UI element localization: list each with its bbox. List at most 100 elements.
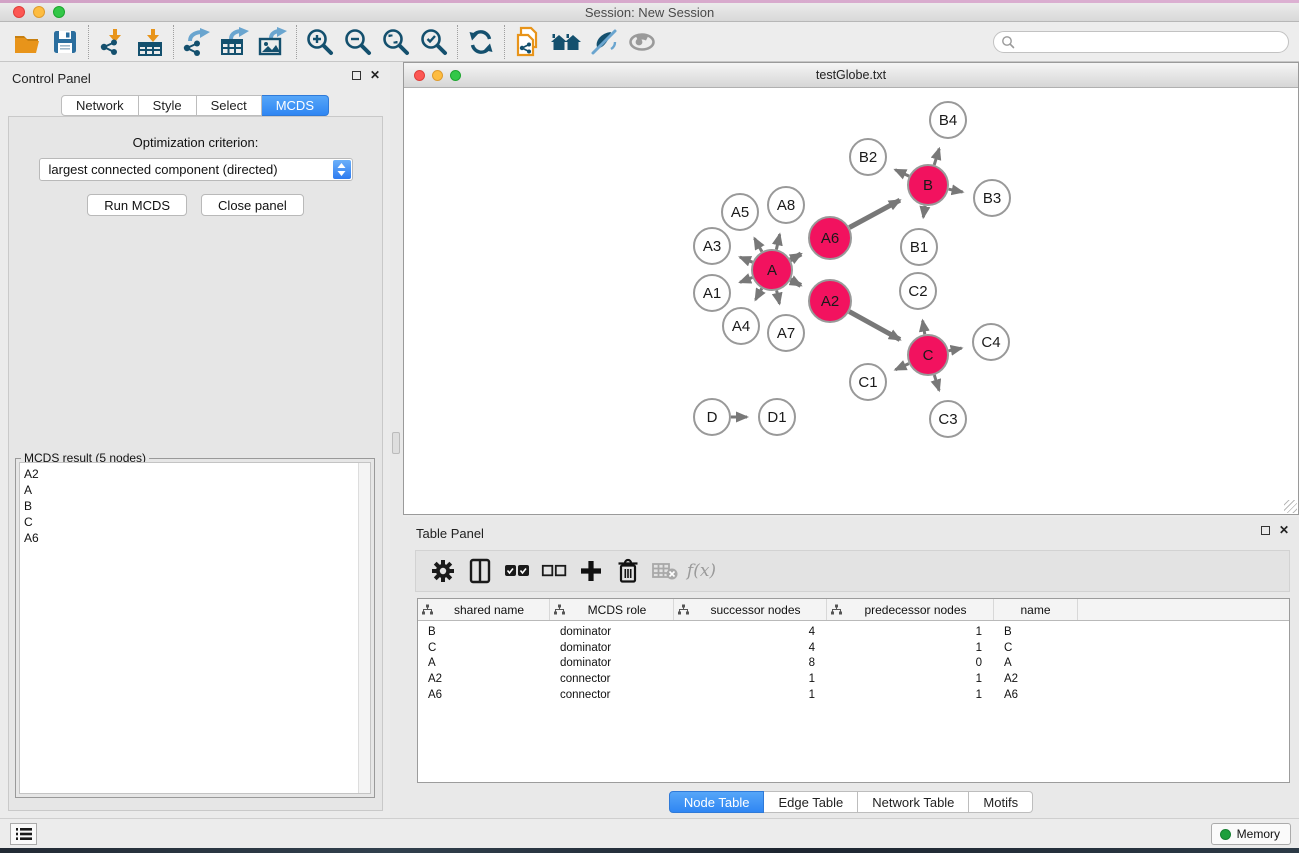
cell-successor-nodes: 8 <box>674 657 827 669</box>
column-header-predecessor-nodes[interactable]: predecessor nodes <box>827 599 994 620</box>
table-settings-gear-icon[interactable] <box>424 554 461 588</box>
select-all-checks-icon[interactable] <box>498 554 535 588</box>
tab-motifs[interactable]: Motifs <box>969 791 1033 813</box>
zoom-out-icon[interactable] <box>339 25 377 59</box>
graph-edge-A-A4[interactable] <box>756 288 762 299</box>
show-columns-icon[interactable] <box>461 554 498 588</box>
tab-network[interactable]: Network <box>61 95 139 116</box>
tab-mcds[interactable]: MCDS <box>262 95 329 116</box>
graph-edge-A-A5[interactable] <box>755 238 762 251</box>
mcds-tab-content: Optimization criterion: largest connecte… <box>8 116 383 811</box>
cell-successor-nodes: 1 <box>674 689 827 701</box>
import-network-icon[interactable] <box>93 25 131 59</box>
minimize-window-button[interactable] <box>33 6 45 18</box>
mcds-result-item[interactable]: A6 <box>24 530 370 546</box>
mcds-result-item[interactable]: C <box>24 514 370 530</box>
tab-node-table[interactable]: Node Table <box>669 791 765 813</box>
search-input[interactable] <box>993 31 1289 53</box>
graph-edge-B-B1[interactable] <box>923 206 925 218</box>
graph-edge-B-B3[interactable] <box>949 189 963 192</box>
home-icon[interactable] <box>547 25 585 59</box>
graph-edge-B-B2[interactable] <box>895 170 909 176</box>
tab-edge-table[interactable]: Edge Table <box>764 791 858 813</box>
table-panel-close-icon[interactable]: ✕ <box>1279 526 1289 535</box>
export-table-icon[interactable] <box>216 25 254 59</box>
run-mcds-button[interactable]: Run MCDS <box>87 194 187 216</box>
graph-edge-C-C1[interactable] <box>895 364 908 370</box>
task-history-button[interactable] <box>10 823 37 845</box>
mcds-result-item[interactable]: B <box>24 498 370 514</box>
duplicate-network-icon[interactable] <box>509 25 547 59</box>
graph-node-label-B4: B4 <box>939 112 957 129</box>
cell-predecessor-nodes: 1 <box>827 626 994 638</box>
table-row[interactable]: Adominator80A <box>418 655 1289 671</box>
graph-edge-A-A3[interactable] <box>740 257 753 262</box>
table-row[interactable]: Bdominator41B <box>418 624 1289 640</box>
graph-edge-A-A6[interactable] <box>790 254 801 260</box>
network-close-button[interactable] <box>414 70 425 81</box>
search-icon <box>1001 35 1015 49</box>
tab-style[interactable]: Style <box>139 95 197 116</box>
export-network-icon[interactable] <box>178 25 216 59</box>
table-panel-float-icon[interactable] <box>1261 526 1270 535</box>
zoom-in-icon[interactable] <box>301 25 339 59</box>
split-divider-handle[interactable] <box>392 432 400 454</box>
toggle-graphics-details-icon[interactable] <box>585 25 623 59</box>
cell-predecessor-nodes: 1 <box>827 689 994 701</box>
mcds-result-item[interactable]: A <box>24 482 370 498</box>
graph-edge-A-A2[interactable] <box>791 280 801 286</box>
zoom-window-button[interactable] <box>53 6 65 18</box>
graph-edge-B-B4[interactable] <box>934 149 939 165</box>
control-panel-float-icon[interactable] <box>352 71 361 80</box>
column-header-successor-nodes[interactable]: successor nodes <box>674 599 827 620</box>
network-minimize-button[interactable] <box>432 70 443 81</box>
column-header-name[interactable]: name <box>994 599 1078 620</box>
delete-column-trash-icon[interactable] <box>609 554 646 588</box>
table-row[interactable]: A2connector11A2 <box>418 671 1289 687</box>
resize-grip[interactable] <box>1284 500 1297 513</box>
memory-button[interactable]: Memory <box>1211 823 1291 845</box>
graph-edge-A6-B[interactable] <box>849 200 900 227</box>
mcds-result-group: MCDS result (5 nodes) A2ABCA6 <box>15 458 375 798</box>
column-header-MCDS-role[interactable]: MCDS role <box>550 599 674 620</box>
save-session-icon[interactable] <box>46 25 84 59</box>
zoom-fit-icon[interactable] <box>377 25 415 59</box>
mcds-list-scrollbar[interactable] <box>358 463 370 793</box>
graph-node-label-A2: A2 <box>821 293 839 310</box>
graph-edge-A-A1[interactable] <box>740 278 752 283</box>
control-panel-close-icon[interactable]: ✕ <box>370 71 380 80</box>
refresh-view-icon[interactable] <box>462 25 500 59</box>
cell-shared-name: A6 <box>418 689 550 701</box>
criterion-select[interactable]: largest connected component (directed) <box>39 158 353 181</box>
graph-edge-C-C4[interactable] <box>949 348 962 351</box>
tab-select[interactable]: Select <box>197 95 262 116</box>
graph-edge-A2-C[interactable] <box>849 312 900 340</box>
mcds-result-item[interactable]: A2 <box>24 466 370 482</box>
table-row[interactable]: Cdominator41C <box>418 640 1289 656</box>
table-toolbar: f(x) <box>415 550 1290 592</box>
table-row[interactable]: A6connector11A6 <box>418 687 1289 703</box>
export-image-icon[interactable] <box>254 25 292 59</box>
add-column-plus-icon[interactable] <box>572 554 609 588</box>
close-window-button[interactable] <box>13 6 25 18</box>
network-canvas[interactable]: B4B2BB3A5A8A6A3B1AA1C2A2A4A7CC4C1C3DD1 <box>404 88 1298 514</box>
graph-edge-C-C3[interactable] <box>934 375 939 390</box>
open-file-icon[interactable] <box>8 25 46 59</box>
tab-network-table[interactable]: Network Table <box>858 791 969 813</box>
network-zoom-button[interactable] <box>450 70 461 81</box>
deselect-all-checks-icon[interactable] <box>535 554 572 588</box>
graph-edge-A-A7[interactable] <box>777 291 780 304</box>
graph-node-label-D: D <box>707 409 718 426</box>
zoom-selected-icon[interactable] <box>415 25 453 59</box>
show-hide-panel-eye-icon[interactable] <box>623 25 661 59</box>
close-panel-button[interactable]: Close panel <box>201 194 304 216</box>
cell-name: A6 <box>994 689 1078 701</box>
graph-edge-C-C2[interactable] <box>923 321 925 335</box>
graph-edge-A-A8[interactable] <box>776 234 779 249</box>
control-panel: Control Panel ✕ NetworkStyleSelectMCDS O… <box>0 62 390 818</box>
status-bar: Memory <box>0 818 1299 848</box>
column-type-icon <box>422 604 433 615</box>
column-header-shared-name[interactable]: shared name <box>418 599 550 620</box>
cell-MCDS-role: dominator <box>550 657 674 669</box>
import-table-icon[interactable] <box>131 25 169 59</box>
